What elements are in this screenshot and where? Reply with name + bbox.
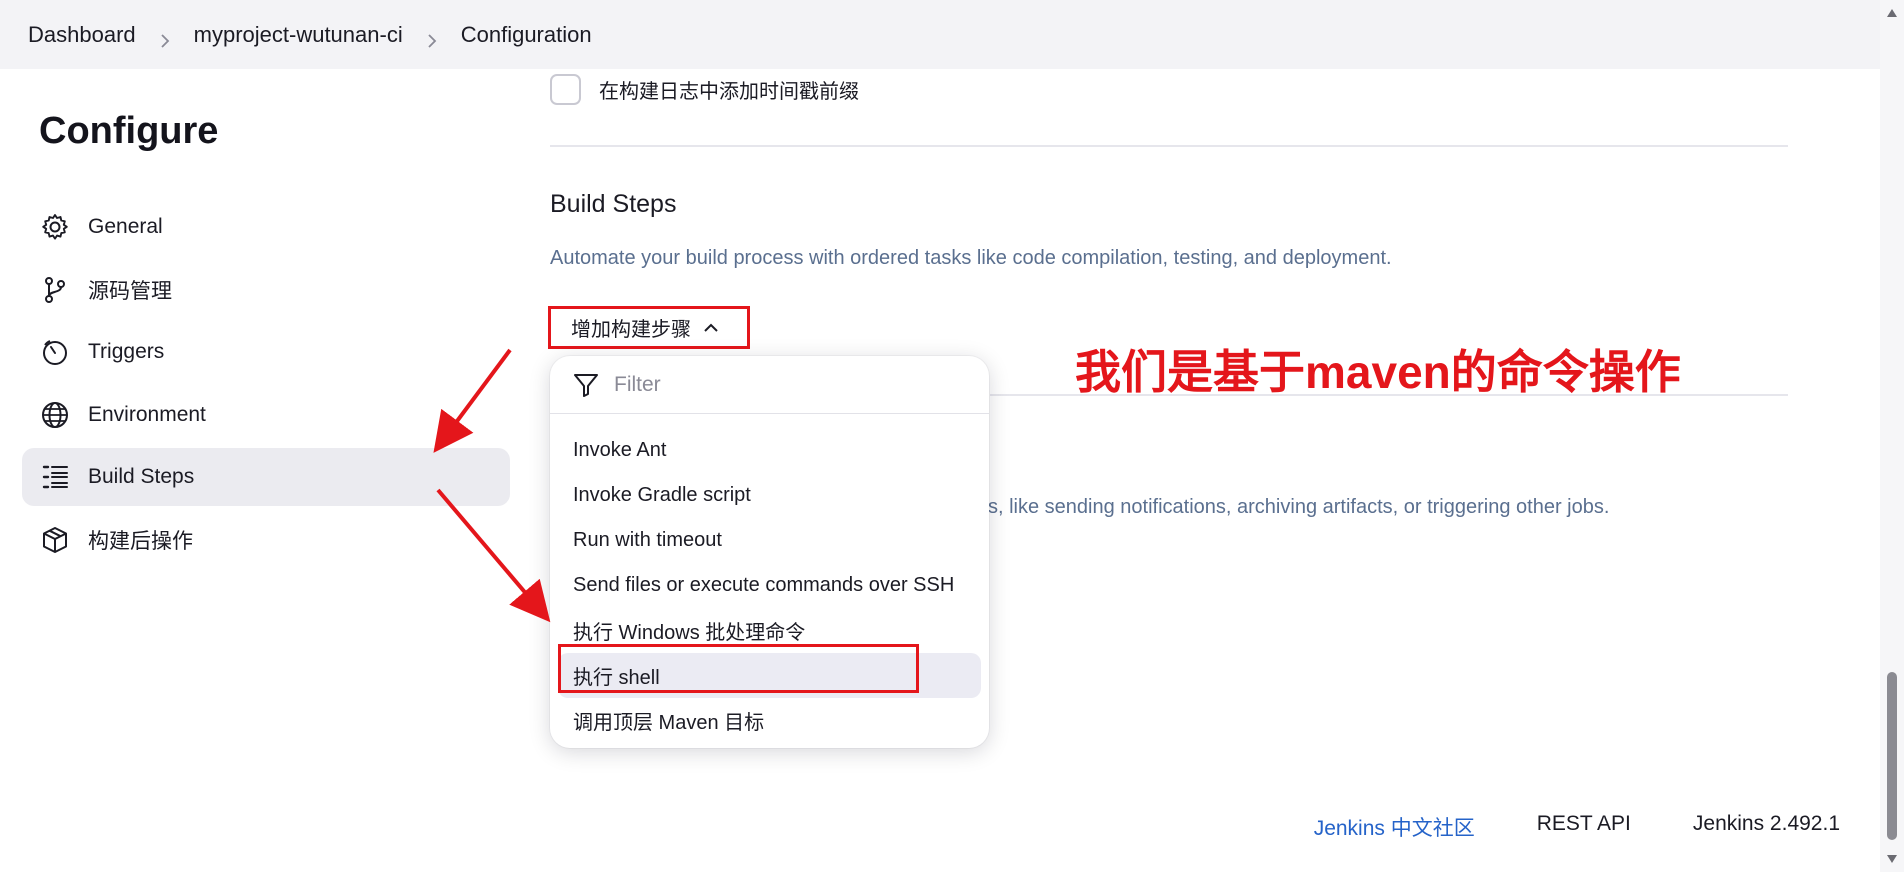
- build-step-dropdown: Invoke Ant Invoke Gradle script Run with…: [550, 356, 989, 748]
- breadcrumb-project[interactable]: myproject-wutunan-ci: [194, 22, 403, 48]
- scroll-up-arrow-icon[interactable]: [1886, 8, 1898, 18]
- breadcrumb-configuration[interactable]: Configuration: [461, 22, 592, 48]
- chevron-right-icon: [158, 28, 172, 48]
- menu-item-ssh[interactable]: Send files or execute commands over SSH: [558, 563, 981, 608]
- sidebar-item-label: General: [88, 215, 163, 238]
- package-icon: [40, 525, 70, 555]
- page-title: Configure: [39, 110, 219, 152]
- sidebar-nav: General 源码管理 Triggers Environment Build …: [22, 198, 510, 573]
- filter-input[interactable]: [614, 372, 954, 397]
- timer-icon: [40, 337, 70, 367]
- sidebar-item-build-steps[interactable]: Build Steps: [22, 448, 510, 506]
- divider: [550, 145, 1788, 147]
- git-branch-icon: [40, 275, 70, 305]
- sidebar-item-scm[interactable]: 源码管理: [22, 261, 510, 319]
- sidebar-item-label: Triggers: [88, 340, 165, 363]
- sidebar-item-post-build[interactable]: 构建后操作: [22, 511, 510, 569]
- build-steps-description: Automate your build process with ordered…: [550, 247, 1392, 269]
- breadcrumb-dashboard[interactable]: Dashboard: [28, 22, 136, 48]
- timestamp-checkbox-row: 在构建日志中添加时间戳前缀: [550, 74, 859, 105]
- menu-item-windows-batch[interactable]: 执行 Windows 批处理命令: [558, 608, 981, 653]
- footer: Jenkins 中文社区 REST API Jenkins 2.492.1: [1314, 812, 1840, 842]
- footer-community-link[interactable]: Jenkins 中文社区: [1314, 812, 1475, 842]
- list-icon: [40, 462, 70, 492]
- post-build-description: s, like sending notifications, archiving…: [988, 496, 1610, 518]
- sidebar-item-label: 源码管理: [88, 279, 172, 303]
- menu-item-run-with-timeout[interactable]: Run with timeout: [558, 518, 981, 563]
- chevron-up-icon: [703, 320, 719, 336]
- add-build-step-label: 增加构建步骤: [571, 319, 691, 341]
- chevron-right-icon: [425, 28, 439, 48]
- footer-rest-api-link[interactable]: REST API: [1537, 812, 1631, 842]
- scrollbar-thumb[interactable]: [1887, 672, 1897, 840]
- build-steps-heading: Build Steps: [550, 190, 677, 218]
- scroll-down-arrow-icon[interactable]: [1886, 854, 1898, 864]
- gear-icon: [40, 212, 70, 242]
- sidebar-item-label: Environment: [88, 402, 206, 426]
- menu-item-invoke-ant[interactable]: Invoke Ant: [558, 428, 981, 473]
- sidebar-item-label: 构建后操作: [88, 529, 193, 553]
- globe-icon: [40, 400, 70, 430]
- timestamp-checkbox[interactable]: [550, 74, 581, 105]
- sidebar-item-general[interactable]: General: [22, 198, 510, 256]
- footer-version[interactable]: Jenkins 2.492.1: [1693, 812, 1840, 842]
- menu-item-maven-target[interactable]: 调用顶层 Maven 目标: [558, 698, 981, 743]
- filter-icon: [572, 371, 600, 399]
- add-build-step-button[interactable]: 增加构建步骤: [548, 306, 750, 349]
- timestamp-checkbox-label[interactable]: 在构建日志中添加时间戳前缀: [599, 75, 859, 104]
- sidebar-item-label: Build Steps: [88, 465, 195, 488]
- menu-list: Invoke Ant Invoke Gradle script Run with…: [550, 414, 989, 743]
- filter-row: [550, 356, 989, 414]
- breadcrumb: Dashboard myproject-wutunan-ci Configura…: [0, 0, 1880, 69]
- annotation-text: 我们是基于maven的命令操作: [1075, 346, 1681, 398]
- menu-item-execute-shell[interactable]: 执行 shell: [558, 653, 981, 698]
- sidebar-item-environment[interactable]: Environment: [22, 386, 510, 444]
- sidebar-item-triggers[interactable]: Triggers: [22, 323, 510, 381]
- vertical-scrollbar[interactable]: [1880, 0, 1904, 872]
- menu-item-invoke-gradle[interactable]: Invoke Gradle script: [558, 473, 981, 518]
